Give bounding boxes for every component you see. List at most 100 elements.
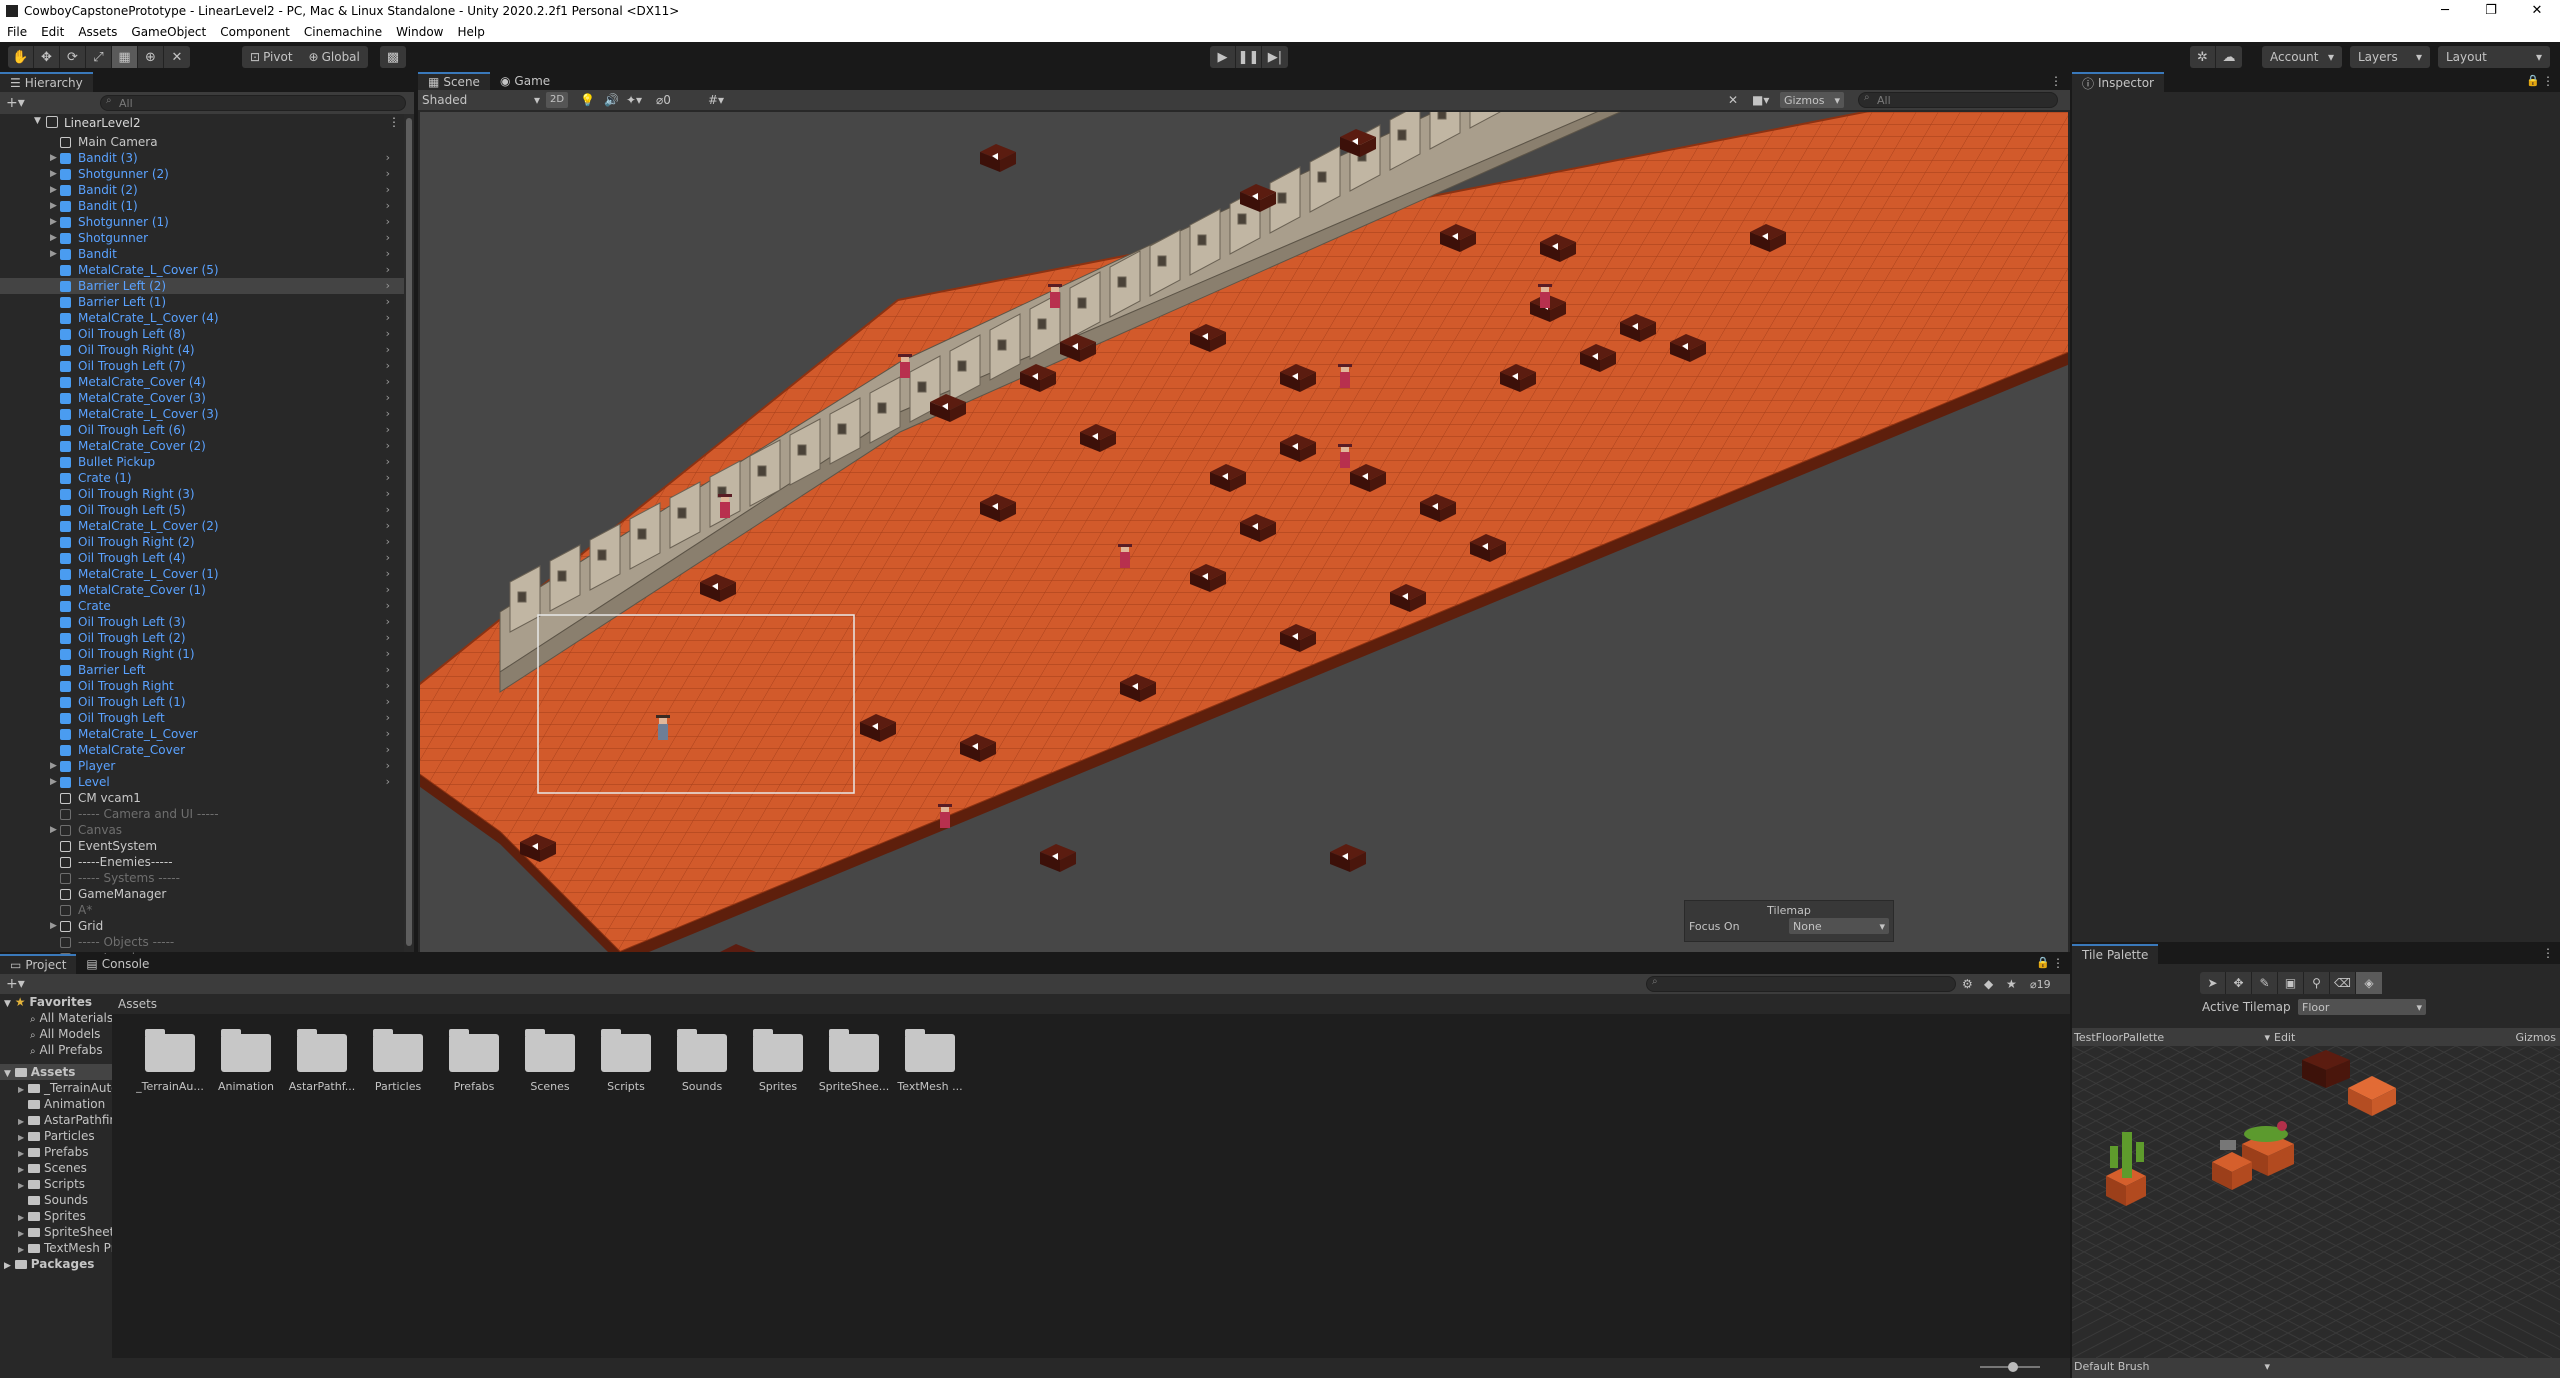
hand-tool-button[interactable]: ✋ [8,46,34,68]
favorite-item[interactable]: ⌕ All Models [0,1026,112,1042]
custom-tool-button[interactable]: ✕ [164,46,190,68]
hierarchy-row[interactable]: Oil Trough Left (5) › [0,502,404,518]
hierarchy-row[interactable]: Barrier Left (1) › [0,294,404,310]
hierarchy-row[interactable]: MetalCrate_L_Cover (2) › [0,518,404,534]
menu-item[interactable]: Help [451,25,492,39]
scrollbar-thumb[interactable] [406,118,412,946]
expand-arrow-icon[interactable]: ▼ [4,999,11,1009]
open-prefab-chevron-icon[interactable]: › [386,182,390,198]
toggle-2d-button[interactable]: 2D [546,92,568,108]
menu-item[interactable]: Window [389,25,450,39]
open-prefab-chevron-icon[interactable]: › [386,198,390,214]
filter-label-icon[interactable]: ◆ [1984,977,1993,991]
hierarchy-row[interactable]: A* [0,902,404,918]
brush-tool-button[interactable]: ✎ [2252,972,2278,994]
open-prefab-chevron-icon[interactable]: › [386,438,390,454]
hierarchy-row[interactable]: GameManager [0,886,404,902]
open-prefab-chevron-icon[interactable]: › [386,262,390,278]
open-prefab-chevron-icon[interactable]: › [386,630,390,646]
asset-folder[interactable]: Prefabs [436,1029,512,1093]
open-prefab-chevron-icon[interactable]: › [386,374,390,390]
open-prefab-chevron-icon[interactable]: › [386,390,390,406]
open-prefab-chevron-icon[interactable]: › [386,166,390,182]
grid-toggle-icon[interactable]: #▾ [708,93,724,107]
box-fill-tool-button[interactable]: ▣ [2278,972,2304,994]
palette-gizmos-button[interactable]: Gizmos [2515,1031,2556,1044]
open-prefab-chevron-icon[interactable]: › [386,582,390,598]
hierarchy-row[interactable]: MetalCrate_L_Cover › [0,726,404,742]
hierarchy-row[interactable]: Main Camera [0,134,404,150]
asset-folder[interactable]: Sprites [740,1029,816,1093]
hierarchy-row[interactable]: MetalCrate_L_Cover (1) › [0,566,404,582]
open-prefab-chevron-icon[interactable]: › [386,486,390,502]
open-prefab-chevron-icon[interactable]: › [386,422,390,438]
menu-item[interactable]: Assets [71,25,124,39]
tree-folder[interactable]: ▶ Scenes [0,1160,112,1176]
hierarchy-row[interactable]: ▶ Bandit (2) › [0,182,404,198]
hierarchy-row[interactable]: ▶ Player › [0,758,404,774]
hidden-packages-icon[interactable]: ⌀19 [2030,978,2051,991]
minimize-button[interactable]: ─ [2422,0,2468,22]
open-prefab-chevron-icon[interactable]: › [386,742,390,758]
select-tool-button[interactable]: ➤ [2200,972,2226,994]
hierarchy-row[interactable]: ▶ Bandit › [0,246,404,262]
asset-folder[interactable]: Animation [208,1029,284,1093]
pause-button[interactable]: ❚❚ [1236,46,1262,68]
hierarchy-row[interactable]: ▶ Shotgunner (1) › [0,214,404,230]
open-prefab-chevron-icon[interactable]: › [386,774,390,790]
open-prefab-chevron-icon[interactable]: › [386,550,390,566]
hierarchy-row[interactable]: ▶ Level › [0,774,404,790]
asset-folder[interactable]: Scripts [588,1029,664,1093]
assets-breadcrumb[interactable]: Assets [112,994,2070,1014]
hierarchy-row[interactable]: Crate (1) › [0,470,404,486]
hierarchy-row[interactable]: ----- Systems ----- [0,870,404,886]
tab-console[interactable]: ▤ Console [76,954,159,974]
kebab-menu-icon[interactable]: ⋮ [2542,74,2554,88]
close-button[interactable]: ✕ [2514,0,2560,22]
hierarchy-row[interactable]: Barrier Left › [0,662,404,678]
tree-folder[interactable]: ▶ _TerrainAutoUpgrade [0,1080,170,1096]
hierarchy-row[interactable]: ▶ Bandit (1) › [0,198,404,214]
open-prefab-chevron-icon[interactable]: › [386,358,390,374]
tab-hierarchy[interactable]: ☰ Hierarchy [0,72,93,92]
camera-icon[interactable]: ■▾ [1752,93,1769,107]
project-search-input[interactable]: ⌕ [1646,976,1956,992]
hierarchy-row[interactable]: MetalCrate_Cover (4) › [0,374,404,390]
palette-grid[interactable] [2072,1046,2560,1358]
hierarchy-row[interactable]: Oil Trough Right (4) › [0,342,404,358]
step-button[interactable]: ▶| [1262,46,1288,68]
gizmos-dropdown[interactable]: Gizmos ▾ [1780,92,1844,108]
active-tilemap-dropdown[interactable]: Floor ▾ [2298,999,2426,1015]
palette-dropdown[interactable]: TestFloorPallette ▾ [2074,1031,2270,1044]
tree-folder[interactable]: Sounds [0,1192,112,1208]
menu-item[interactable]: File [0,25,34,39]
favorite-item[interactable]: ⌕ All Materials [0,1010,113,1026]
tree-folder[interactable]: ▶ Scripts [0,1176,112,1192]
layout-dropdown[interactable]: Layout ▾ [2438,46,2550,68]
hierarchy-row[interactable]: ▶ Shotgunner › [0,230,404,246]
hierarchy-row[interactable]: ▶ Grid [0,918,404,934]
kebab-menu-icon[interactable]: ⋮ [388,115,400,129]
icon-size-slider-handle[interactable] [2008,1362,2018,1372]
expand-arrow-icon[interactable]: ▶ [50,246,57,262]
play-button[interactable]: ▶ [1210,46,1236,68]
hierarchy-row[interactable]: MetalCrate_L_Cover (4) › [0,310,404,326]
picker-tool-button[interactable]: ⚲ [2304,972,2330,994]
hierarchy-row[interactable]: Oil Trough Left (3) › [0,614,404,630]
asset-folder[interactable]: AstarPathf... [284,1029,360,1093]
expand-arrow-icon[interactable]: ▶ [50,774,57,790]
account-dropdown[interactable]: Account ▾ [2262,46,2342,68]
move-tool-button[interactable]: ✥ [34,46,60,68]
open-prefab-chevron-icon[interactable]: › [386,454,390,470]
open-prefab-chevron-icon[interactable]: › [386,646,390,662]
favorite-star-icon[interactable]: ★ [2006,977,2017,991]
expand-arrow-icon[interactable]: ▶ [4,1261,11,1271]
hierarchy-row[interactable]: ▶ Bandit (3) › [0,150,404,166]
hierarchy-row[interactable]: ----- Objects ----- [0,934,404,950]
open-prefab-chevron-icon[interactable]: › [386,518,390,534]
filter-type-icon[interactable]: ⚙ [1962,977,1973,991]
tree-folder[interactable]: ▶ Prefabs [0,1144,112,1160]
asset-folder[interactable]: _TerrainAu... [132,1029,208,1093]
menu-item[interactable]: Edit [34,25,71,39]
hierarchy-row[interactable]: -----Enemies----- [0,854,404,870]
